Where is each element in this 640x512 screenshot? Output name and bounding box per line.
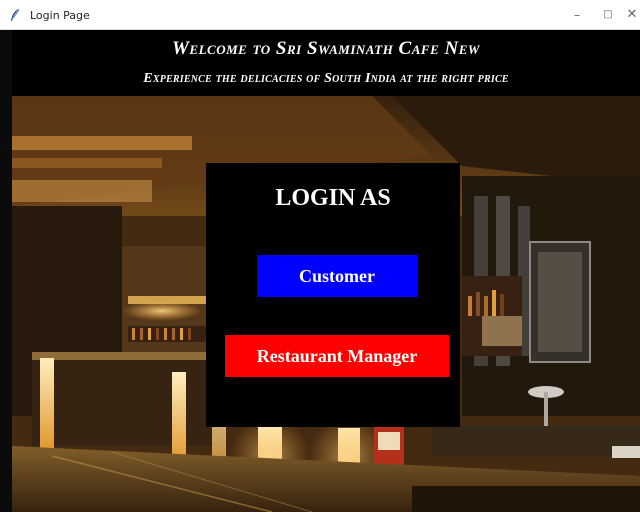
login-panel: LOGIN AS Customer Restaurant Manager — [206, 163, 460, 427]
close-button[interactable]: ✕ — [617, 0, 640, 30]
feather-icon — [11, 8, 20, 21]
login-title: LOGIN AS — [275, 185, 391, 211]
title-bar: Login Page – □ ✕ — [0, 0, 640, 30]
header-banner: Welcome to Sri Swaminath Cafe New Experi… — [12, 30, 640, 96]
tagline-text: Experience the delicacies of South India… — [143, 71, 509, 86]
minimize-button[interactable]: – — [562, 0, 592, 30]
welcome-heading: Welcome to Sri Swaminath Cafe New — [172, 38, 480, 59]
customer-button[interactable]: Customer — [257, 255, 417, 297]
window-left-edge — [0, 30, 12, 512]
window-title: Login Page — [30, 9, 90, 22]
restaurant-manager-button[interactable]: Restaurant Manager — [225, 335, 449, 377]
